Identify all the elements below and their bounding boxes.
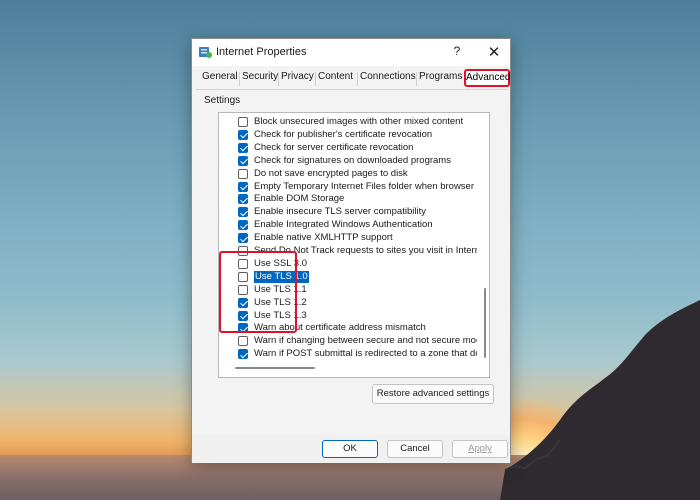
cancel-button[interactable]: Cancel <box>387 440 443 458</box>
setting-row[interactable]: Check for signatures on downloaded progr… <box>219 155 477 168</box>
settings-group-label: Settings <box>204 95 241 106</box>
setting-label: Enable insecure TLS server compatibility <box>254 206 426 218</box>
setting-label: Warn if changing between secure and not … <box>254 335 477 347</box>
setting-row[interactable]: Do not save encrypted pages to disk <box>219 168 477 181</box>
close-button[interactable]: ✕ <box>486 43 502 61</box>
setting-checkbox[interactable] <box>238 233 248 244</box>
tab-security[interactable]: Security <box>242 71 278 82</box>
restore-advanced-settings-button[interactable]: Restore advanced settings <box>372 384 494 404</box>
setting-row[interactable]: Enable DOM Storage <box>219 193 477 206</box>
tab-privacy[interactable]: Privacy <box>281 71 314 82</box>
setting-checkbox[interactable] <box>238 181 248 192</box>
tab-connections[interactable]: Connections <box>360 71 416 82</box>
tab-advanced[interactable]: Advanced <box>464 69 510 87</box>
settings-list[interactable]: Block unsecured images with other mixed … <box>218 112 490 378</box>
setting-label: Empty Temporary Internet Files folder wh… <box>254 180 477 192</box>
setting-checkbox[interactable] <box>238 349 248 360</box>
setting-label: Warn if POST submittal is redirected to … <box>254 348 477 360</box>
setting-label: Check for publisher's certificate revoca… <box>254 128 433 140</box>
tls-options-highlight <box>219 251 297 333</box>
setting-checkbox[interactable] <box>238 117 248 127</box>
setting-row[interactable]: Enable Integrated Windows Authentication <box>219 219 477 232</box>
setting-label: Enable DOM Storage <box>254 193 345 205</box>
setting-checkbox[interactable] <box>238 168 248 179</box>
tab-divider <box>416 72 417 86</box>
setting-label: Check for server certificate revocation <box>254 141 414 153</box>
tab-divider <box>278 72 279 86</box>
setting-label: Do not save encrypted pages to disk <box>254 167 408 179</box>
tab-divider <box>239 72 240 86</box>
setting-checkbox[interactable] <box>238 220 248 231</box>
tab-bar: General Security Privacy Content Connect… <box>198 69 510 89</box>
internet-properties-dialog: Internet Properties ? ✕ General Security… <box>191 38 511 463</box>
setting-checkbox[interactable] <box>238 194 248 205</box>
tab-divider <box>357 72 358 86</box>
tab-programs[interactable]: Programs <box>419 71 462 82</box>
setting-row[interactable]: Warn if POST submittal is redirected to … <box>219 348 477 361</box>
apply-button[interactable]: Apply <box>452 440 508 458</box>
vertical-scrollbar[interactable] <box>484 288 486 358</box>
setting-checkbox[interactable] <box>238 207 248 218</box>
setting-checkbox[interactable] <box>238 155 248 166</box>
setting-label: Block unsecured images with other mixed … <box>254 116 464 127</box>
setting-checkbox[interactable] <box>238 142 248 153</box>
tab-divider <box>315 72 316 86</box>
setting-row[interactable]: Check for publisher's certificate revoca… <box>219 129 477 142</box>
window-title: Internet Properties <box>216 46 307 58</box>
ok-button[interactable]: OK <box>322 440 378 458</box>
setting-row[interactable]: Check for server certificate revocation <box>219 142 477 155</box>
title-bar: Internet Properties ? ✕ <box>192 39 510 66</box>
setting-row[interactable]: Warn if changing between secure and not … <box>219 335 477 348</box>
setting-label: Check for signatures on downloaded progr… <box>254 154 451 166</box>
setting-checkbox[interactable] <box>238 336 248 347</box>
setting-row[interactable]: Enable insecure TLS server compatibility <box>219 206 477 219</box>
help-button[interactable]: ? <box>450 44 464 58</box>
setting-row[interactable]: Enable native XMLHTTP support <box>219 232 477 245</box>
internet-properties-icon <box>199 47 212 58</box>
dialog-footer: OK Cancel Apply <box>192 435 510 463</box>
setting-checkbox[interactable] <box>238 129 248 140</box>
tab-general[interactable]: General <box>202 71 238 82</box>
setting-row[interactable]: Block unsecured images with other mixed … <box>219 116 477 129</box>
setting-label: Enable Integrated Windows Authentication <box>254 219 433 231</box>
apply-label: Apply <box>468 443 492 454</box>
setting-label: Enable native XMLHTTP support <box>254 232 393 244</box>
tab-content[interactable]: Content <box>318 71 353 82</box>
horizontal-scrollbar[interactable] <box>235 367 315 369</box>
setting-row[interactable]: Empty Temporary Internet Files folder wh… <box>219 181 477 194</box>
